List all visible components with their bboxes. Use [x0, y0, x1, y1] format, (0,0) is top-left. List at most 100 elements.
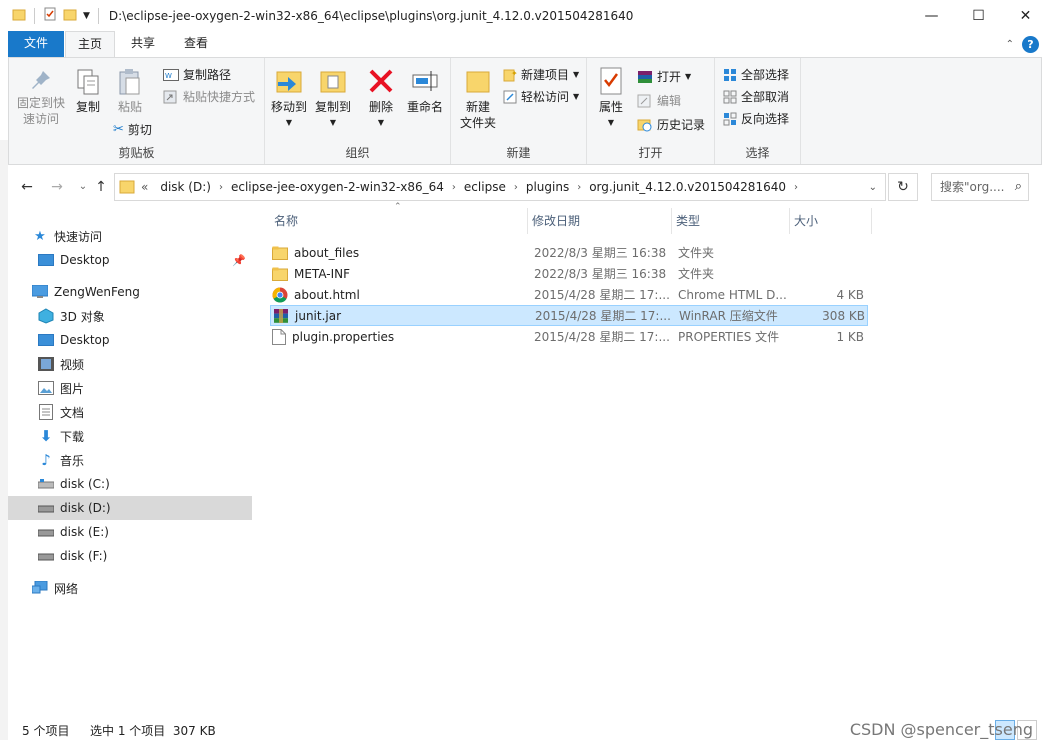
paste-shortcut-button[interactable]: 粘贴快捷方式	[163, 88, 255, 105]
pin-quick-access-button[interactable]: 固定到快 速访问	[13, 68, 69, 127]
refresh-button[interactable]: ↻	[888, 173, 918, 201]
new-item-icon: ✦	[503, 69, 517, 81]
back-button[interactable]: ←	[16, 176, 38, 198]
easy-access-button[interactable]: 轻松访问 ▼	[503, 88, 579, 105]
nav-music[interactable]: ♪ 音乐	[8, 448, 252, 472]
collapse-ribbon-icon[interactable]: ⌃	[1006, 39, 1014, 50]
new-folder-button[interactable]: 新建 文件夹	[455, 66, 501, 131]
edit-button[interactable]: 编辑	[637, 92, 681, 109]
download-arrow-icon: ⬇	[39, 427, 53, 445]
help-icon[interactable]: ?	[1022, 36, 1039, 53]
tab-view[interactable]: 查看	[172, 31, 220, 57]
nav-desktop-pinned[interactable]: Desktop 📌	[8, 248, 252, 272]
select-none-button[interactable]: 全部取消	[723, 88, 789, 105]
tab-file[interactable]: 文件	[8, 31, 64, 57]
new-item-button[interactable]: ✦ 新建项目 ▼	[503, 66, 579, 83]
history-button[interactable]: 历史记录	[637, 116, 705, 133]
column-header-name[interactable]: 名称	[270, 208, 528, 234]
music-note-icon: ♪	[41, 451, 51, 469]
search-input[interactable]: 搜索"org.... ⌕	[931, 173, 1029, 201]
copy-button[interactable]: 复制	[65, 68, 111, 115]
copy-path-button[interactable]: W 复制路径	[163, 66, 231, 83]
rename-button[interactable]: 重命名	[401, 66, 449, 115]
properties-button[interactable]: 属性 ▼	[591, 66, 631, 131]
tab-share[interactable]: 共享	[120, 31, 166, 57]
nav-3d-objects[interactable]: 3D 对象	[8, 304, 252, 328]
select-all-button[interactable]: 全部选择	[723, 66, 789, 83]
desktop-icon	[38, 252, 54, 268]
table-row[interactable]: about.html 2015/4/28 星期二 17:... Chrome H…	[270, 284, 868, 305]
maximize-button[interactable]: ☐	[955, 0, 1002, 31]
breadcrumb-disk-d[interactable]: disk (D:)	[154, 180, 217, 194]
drive-icon	[38, 476, 54, 492]
table-row[interactable]: junit.jar 2015/4/28 星期二 17:... WinRAR 压缩…	[270, 305, 868, 326]
quick-access-toolbar: ▼	[0, 7, 101, 24]
drive-icon	[38, 500, 54, 516]
search-icon: ⌕	[1014, 179, 1022, 194]
column-header-type[interactable]: 类型	[672, 208, 790, 234]
new-folder-icon[interactable]	[63, 7, 77, 24]
table-row[interactable]: META-INF 2022/8/3 星期三 16:38 文件夹	[270, 263, 868, 284]
breadcrumb-eclipse-root[interactable]: eclipse-jee-oxygen-2-win32-x86_64	[225, 180, 450, 194]
cut-button[interactable]: ✂ 剪切	[113, 121, 152, 138]
tab-home[interactable]: 主页	[65, 31, 115, 57]
copy-to-button[interactable]: 复制到 ▼	[311, 66, 355, 131]
svg-text:✦: ✦	[511, 69, 517, 78]
nav-disk-d[interactable]: disk (D:)	[8, 496, 252, 520]
navigation-pane: ★ 快速访问 Desktop 📌 ZengWenFeng 3D 对象 Deskt…	[8, 210, 252, 710]
nav-disk-f[interactable]: disk (F:)	[8, 544, 252, 568]
nav-videos[interactable]: 视频	[8, 352, 252, 376]
column-header-date[interactable]: 修改日期	[528, 208, 672, 234]
organize-group: 移动到 ▼ 复制到 ▼ 删除 ▼ 重命名 组织	[265, 58, 451, 164]
pin-icon: 📌	[232, 253, 246, 267]
ribbon: 固定到快 速访问 复制 粘贴 W 复制路径 粘贴快捷方式 ✂ 剪切 剪贴板 移动…	[8, 57, 1042, 165]
chrome-icon	[272, 287, 288, 302]
organize-group-label: 组织	[345, 146, 370, 160]
open-group: 属性 ▼ 打开 ▼ 编辑 历史记录 打开	[587, 58, 715, 164]
forward-button[interactable]: →	[46, 176, 68, 198]
clipboard-group: 固定到快 速访问 复制 粘贴 W 复制路径 粘贴快捷方式 ✂ 剪切 剪贴板	[9, 58, 265, 164]
select-group: 全部选择 全部取消 反向选择 选择	[715, 58, 801, 164]
chevron-down-icon[interactable]: ▼	[83, 11, 90, 21]
nav-desktop[interactable]: Desktop	[8, 328, 252, 352]
open-button[interactable]: 打开 ▼	[637, 68, 691, 85]
nav-disk-e[interactable]: disk (E:)	[8, 520, 252, 544]
paste-button[interactable]: 粘贴	[107, 68, 153, 115]
delete-button[interactable]: 删除 ▼	[359, 66, 403, 131]
nav-network[interactable]: 网络	[8, 576, 252, 600]
nav-documents[interactable]: 文档	[8, 400, 252, 424]
nav-downloads[interactable]: ⬇ 下载	[8, 424, 252, 448]
table-row[interactable]: about_files 2022/8/3 星期三 16:38 文件夹	[270, 242, 868, 263]
chevron-right-icon[interactable]: ›	[512, 182, 520, 193]
ribbon-tabs: 文件 主页 共享 查看 ⌃ ?	[0, 31, 1049, 57]
paste-shortcut-icon	[163, 90, 177, 103]
address-bar[interactable]: « disk (D:) › eclipse-jee-oxygen-2-win32…	[114, 173, 886, 201]
up-button[interactable]: ↑	[90, 176, 112, 198]
chevron-right-icon[interactable]: ›	[217, 182, 225, 193]
column-header-size[interactable]: 大小	[790, 208, 872, 234]
new-group: 新建 文件夹 ✦ 新建项目 ▼ 轻松访问 ▼ 新建	[451, 58, 587, 164]
breadcrumb-junit[interactable]: org.junit_4.12.0.v201504281640	[583, 180, 792, 194]
minimize-button[interactable]: —	[908, 0, 955, 31]
table-row[interactable]: plugin.properties 2015/4/28 星期二 17:... P…	[270, 326, 868, 347]
nav-pictures[interactable]: 图片	[8, 376, 252, 400]
breadcrumb-overflow[interactable]: «	[135, 180, 154, 194]
chevron-right-icon[interactable]: ›	[792, 182, 800, 193]
move-to-button[interactable]: 移动到 ▼	[267, 66, 311, 131]
nav-quick-access[interactable]: ★ 快速访问	[8, 224, 252, 248]
breadcrumb-eclipse[interactable]: eclipse	[458, 180, 512, 194]
breadcrumb-plugins[interactable]: plugins	[520, 180, 575, 194]
selection-info: 选中 1 个项目 307 KB	[90, 724, 216, 738]
chevron-right-icon[interactable]: ›	[450, 182, 458, 193]
computer-icon	[32, 284, 48, 300]
document-icon	[38, 404, 54, 420]
nav-disk-c[interactable]: disk (C:)	[8, 472, 252, 496]
close-button[interactable]: ✕	[1002, 0, 1049, 31]
chevron-down-icon[interactable]: ⌄	[869, 182, 885, 193]
svg-text:W: W	[165, 72, 172, 80]
nav-this-pc[interactable]: ZengWenFeng	[8, 280, 252, 304]
chevron-right-icon[interactable]: ›	[575, 182, 583, 193]
clipboard-group-label: 剪贴板	[118, 146, 155, 160]
invert-selection-button[interactable]: 反向选择	[723, 110, 789, 127]
properties-icon[interactable]	[43, 7, 57, 24]
